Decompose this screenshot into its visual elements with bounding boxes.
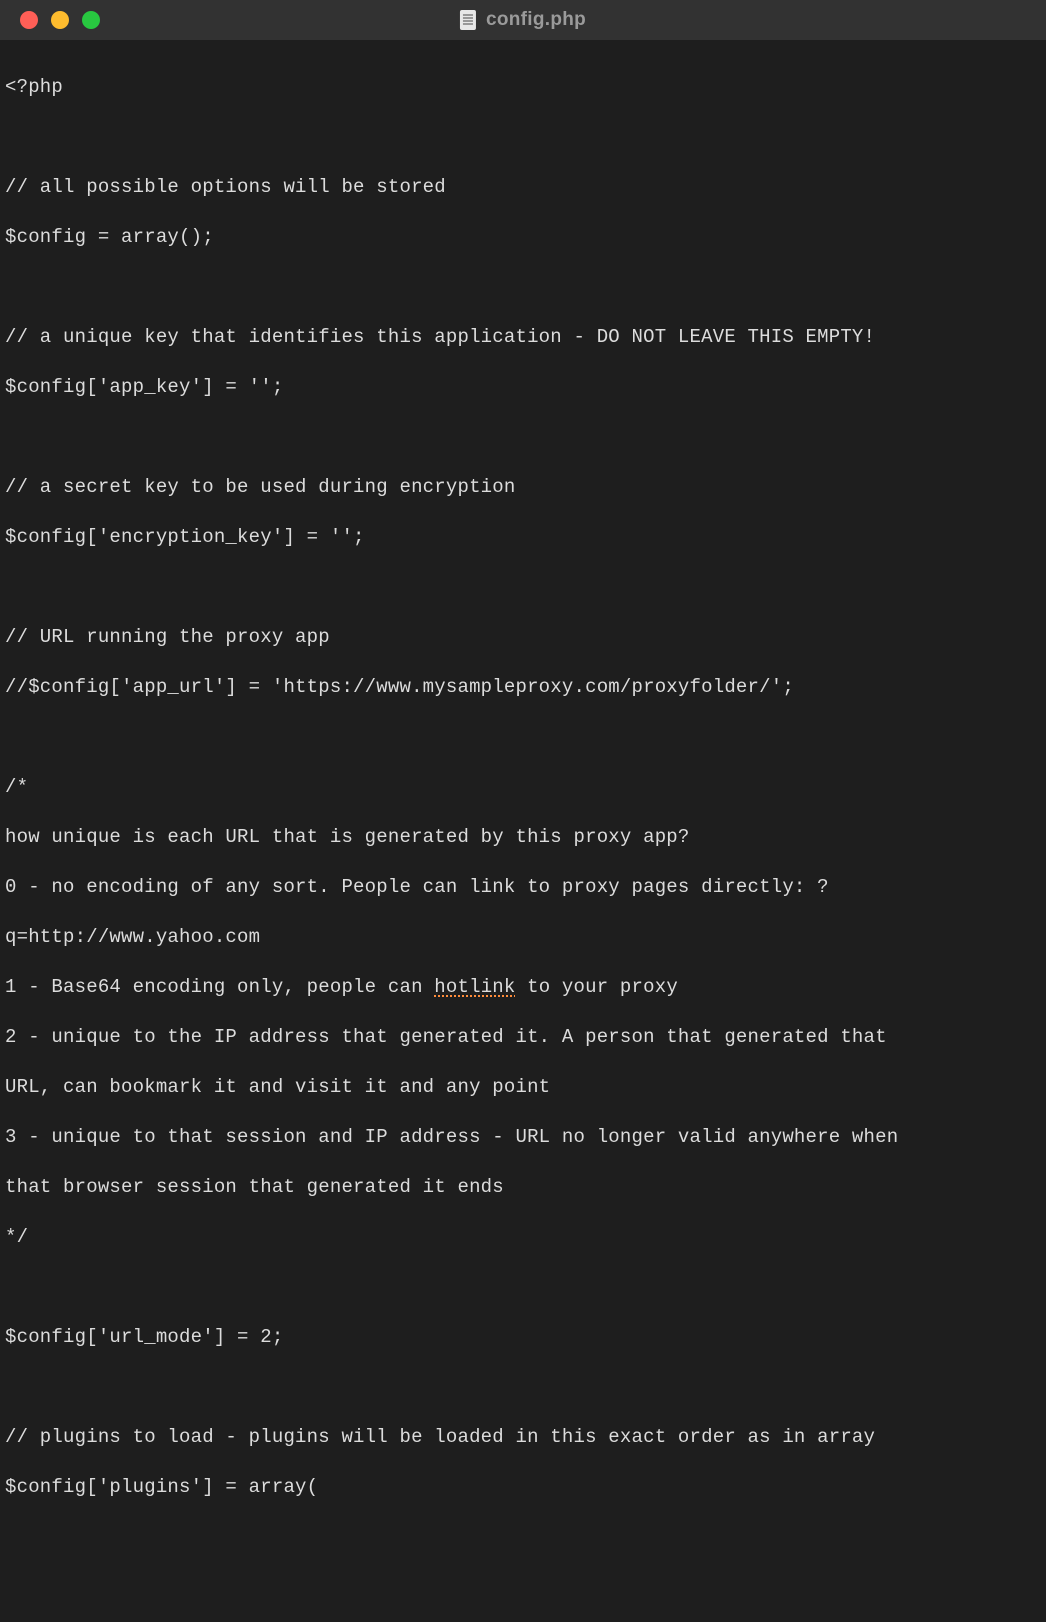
code-editor[interactable]: <?php // all possible options will be st… [0,40,1046,1535]
window-titlebar: config.php [0,0,1046,40]
close-button[interactable] [20,11,38,29]
maximize-button[interactable] [82,11,100,29]
minimize-button[interactable] [51,11,69,29]
file-icon [460,10,476,30]
code-line: $config = array(); [5,225,1041,250]
code-line: // plugins to load - plugins will be loa… [5,1425,1041,1450]
code-line [5,1375,1041,1400]
code-line: q=http://www.yahoo.com [5,925,1041,950]
code-line: how unique is each URL that is generated… [5,825,1041,850]
code-line: $config['app_key'] = ''; [5,375,1041,400]
code-line: 0 - no encoding of any sort. People can … [5,875,1041,900]
code-line: // URL running the proxy app [5,625,1041,650]
code-line [5,275,1041,300]
code-line: // all possible options will be stored [5,175,1041,200]
code-line: //$config['app_url'] = 'https://www.mysa… [5,675,1041,700]
code-line [5,125,1041,150]
code-line: <?php [5,75,1041,100]
code-line: // a secret key to be used during encryp… [5,475,1041,500]
code-line [5,575,1041,600]
spell-underline: hotlink [434,976,515,998]
code-line: /* [5,775,1041,800]
title-center: config.php [460,9,586,31]
code-line: 2 - unique to the IP address that genera… [5,1025,1041,1050]
window-title: config.php [486,9,586,31]
code-line: $config['url_mode'] = 2; [5,1325,1041,1350]
traffic-lights [0,11,100,29]
code-line: // a unique key that identifies this app… [5,325,1041,350]
code-line [5,425,1041,450]
code-line: 3 - unique to that session and IP addres… [5,1125,1041,1150]
code-line: 1 - Base64 encoding only, people can hot… [5,975,1041,1000]
code-line: $config['encryption_key'] = ''; [5,525,1041,550]
code-line: that browser session that generated it e… [5,1175,1041,1200]
code-line [5,725,1041,750]
code-line: */ [5,1225,1041,1250]
code-line [5,1275,1041,1300]
code-line: $config['plugins'] = array( [5,1475,1041,1500]
code-line: URL, can bookmark it and visit it and an… [5,1075,1041,1100]
